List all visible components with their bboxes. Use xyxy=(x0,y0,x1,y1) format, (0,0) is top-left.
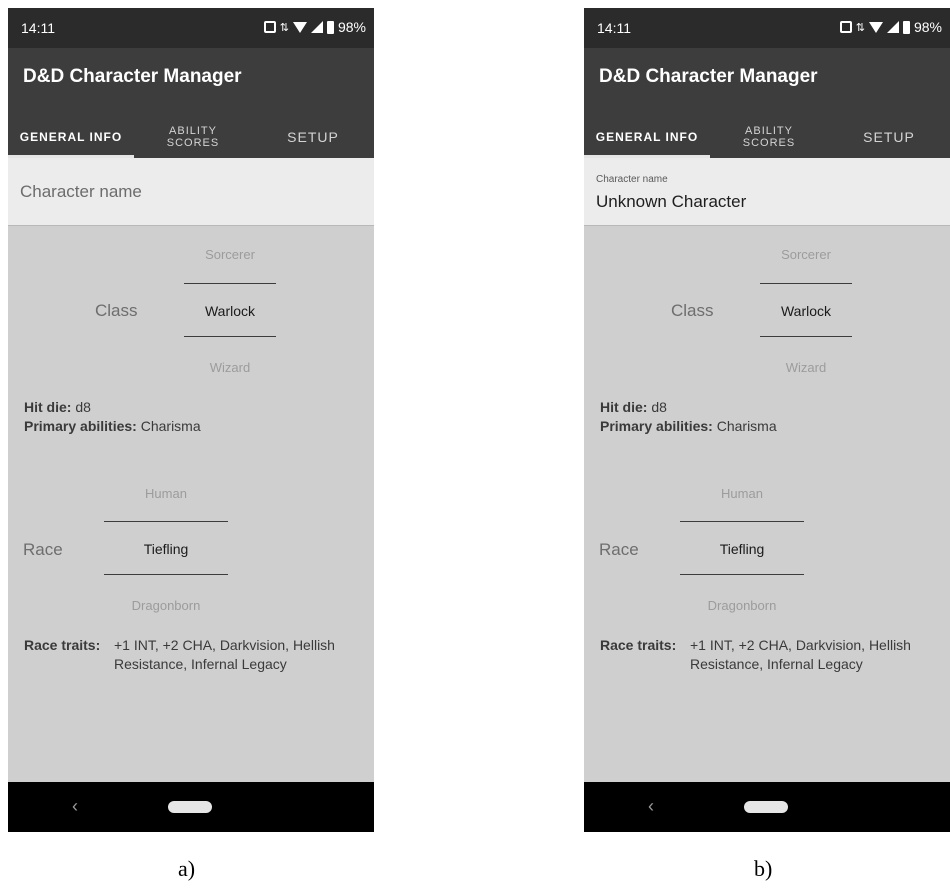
class-info: Hit die: d8 Primary abilities: Charisma xyxy=(600,398,777,436)
class-picker-divider-top xyxy=(184,283,276,284)
tab-ability-scores[interactable]: ABILITY SCORES xyxy=(134,116,252,158)
character-name-input[interactable]: Character name Unknown Character xyxy=(584,158,950,226)
hit-die-row: Hit die: d8 xyxy=(600,398,777,417)
tab-bar: GENERAL INFO ABILITY SCORES SETUP xyxy=(8,116,374,158)
race-option-prev[interactable]: Human xyxy=(680,486,804,501)
app-bar: D&D Character Manager GENERAL INFO ABILI… xyxy=(584,48,950,158)
tab-label-line-1: ABILITY xyxy=(745,125,793,137)
race-option-next[interactable]: Dragonborn xyxy=(680,598,804,613)
race-option-next[interactable]: Dragonborn xyxy=(104,598,228,613)
primary-abilities-value: Charisma xyxy=(716,418,777,434)
hit-die-key: Hit die: xyxy=(24,399,72,415)
class-option-next[interactable]: Wizard xyxy=(184,360,276,375)
vibrate-icon xyxy=(839,21,852,33)
race-option-selected[interactable]: Tiefling xyxy=(680,541,804,557)
class-option-selected[interactable]: Warlock xyxy=(184,303,276,319)
status-icons: ⇅ 98% xyxy=(263,19,366,35)
race-label: Race xyxy=(599,540,639,559)
race-traits-value: +1 INT, +2 CHA, Darkvision, Hellish Resi… xyxy=(114,637,335,672)
wifi-icon xyxy=(292,21,307,33)
class-picker-divider-bottom xyxy=(760,336,852,337)
tab-label: ABILITY SCORES xyxy=(167,125,219,149)
battery-icon xyxy=(902,20,910,34)
tab-setup[interactable]: SETUP xyxy=(252,116,374,158)
primary-abilities-row: Primary abilities: Charisma xyxy=(600,417,777,436)
status-bar: 14:11 ⇅ 98% xyxy=(8,8,374,48)
tab-label: SETUP xyxy=(863,129,915,145)
wifi-icon xyxy=(868,21,883,33)
race-picker-divider-top xyxy=(680,521,804,522)
character-name-value: Unknown Character xyxy=(596,192,747,211)
class-option-prev[interactable]: Sorcerer xyxy=(184,247,276,262)
caption-b: b) xyxy=(754,856,773,881)
signal-icon xyxy=(886,21,899,33)
tab-label: GENERAL INFO xyxy=(595,130,699,144)
race-option-selected[interactable]: Tiefling xyxy=(104,541,228,557)
data-arrows-icon: ⇅ xyxy=(279,21,289,34)
nav-bar: ‹ xyxy=(8,782,374,832)
tab-general-info[interactable]: GENERAL INFO xyxy=(8,116,134,158)
class-option-next[interactable]: Wizard xyxy=(760,360,852,375)
primary-abilities-key: Primary abilities: xyxy=(600,418,713,434)
race-traits-value: +1 INT, +2 CHA, Darkvision, Hellish Resi… xyxy=(690,637,911,672)
class-picker-divider-top xyxy=(760,283,852,284)
app-bar: D&D Character Manager GENERAL INFO ABILI… xyxy=(8,48,374,158)
back-icon[interactable]: ‹ xyxy=(648,796,654,817)
tab-label: ABILITY SCORES xyxy=(743,125,795,149)
status-bar: 14:11 ⇅ 98% xyxy=(584,8,950,48)
class-label: Class xyxy=(95,301,138,320)
status-time: 14:11 xyxy=(597,20,631,36)
hit-die-row: Hit die: d8 xyxy=(24,398,201,417)
status-icons: ⇅ 98% xyxy=(839,19,942,35)
tab-general-info[interactable]: GENERAL INFO xyxy=(584,116,710,158)
hit-die-value: d8 xyxy=(651,399,667,415)
hit-die-value: d8 xyxy=(75,399,91,415)
battery-percent: 98% xyxy=(337,19,366,35)
tab-setup[interactable]: SETUP xyxy=(828,116,950,158)
home-icon[interactable] xyxy=(744,801,788,813)
tab-ability-scores[interactable]: ABILITY SCORES xyxy=(710,116,828,158)
app-title: D&D Character Manager xyxy=(23,66,242,87)
back-icon[interactable]: ‹ xyxy=(72,796,78,817)
race-picker-divider-bottom xyxy=(104,574,228,575)
primary-abilities-key: Primary abilities: xyxy=(24,418,137,434)
class-picker-divider-bottom xyxy=(184,336,276,337)
tab-label: GENERAL INFO xyxy=(19,130,123,144)
primary-abilities-row: Primary abilities: Charisma xyxy=(24,417,201,436)
battery-icon xyxy=(326,20,334,34)
race-picker-divider-top xyxy=(104,521,228,522)
class-option-selected[interactable]: Warlock xyxy=(760,303,852,319)
tab-label: SETUP xyxy=(287,129,339,145)
home-icon[interactable] xyxy=(168,801,212,813)
class-label: Class xyxy=(671,301,714,320)
battery-percent: 98% xyxy=(913,19,942,35)
primary-abilities-value: Charisma xyxy=(140,418,201,434)
vibrate-icon xyxy=(263,21,276,33)
caption-a: a) xyxy=(178,856,196,881)
hit-die-key: Hit die: xyxy=(600,399,648,415)
race-option-prev[interactable]: Human xyxy=(104,486,228,501)
screenshot-b: 14:11 ⇅ 98% D&D Character Manager GENERA… xyxy=(584,8,950,832)
signal-icon xyxy=(310,21,323,33)
class-info: Hit die: d8 Primary abilities: Charisma xyxy=(24,398,201,436)
class-option-prev[interactable]: Sorcerer xyxy=(760,247,852,262)
race-traits-key: Race traits: xyxy=(600,637,677,653)
character-name-placeholder: Character name xyxy=(20,182,142,201)
character-name-input[interactable]: Character name xyxy=(8,158,374,226)
character-name-floating-label: Character name xyxy=(596,174,668,185)
tab-label-line-1: ABILITY xyxy=(169,125,217,137)
nav-bar: ‹ xyxy=(584,782,950,832)
race-label: Race xyxy=(23,540,63,559)
screenshot-a: 14:11 ⇅ 98% D&D Character Manager GENERA… xyxy=(8,8,374,832)
status-time: 14:11 xyxy=(21,20,55,36)
race-traits-key: Race traits: xyxy=(24,637,101,653)
tab-bar: GENERAL INFO ABILITY SCORES SETUP xyxy=(584,116,950,158)
app-title: D&D Character Manager xyxy=(599,66,818,87)
race-picker-divider-bottom xyxy=(680,574,804,575)
tab-label-line-2: SCORES xyxy=(166,137,220,149)
data-arrows-icon: ⇅ xyxy=(855,21,865,34)
tab-label-line-2: SCORES xyxy=(742,137,796,149)
